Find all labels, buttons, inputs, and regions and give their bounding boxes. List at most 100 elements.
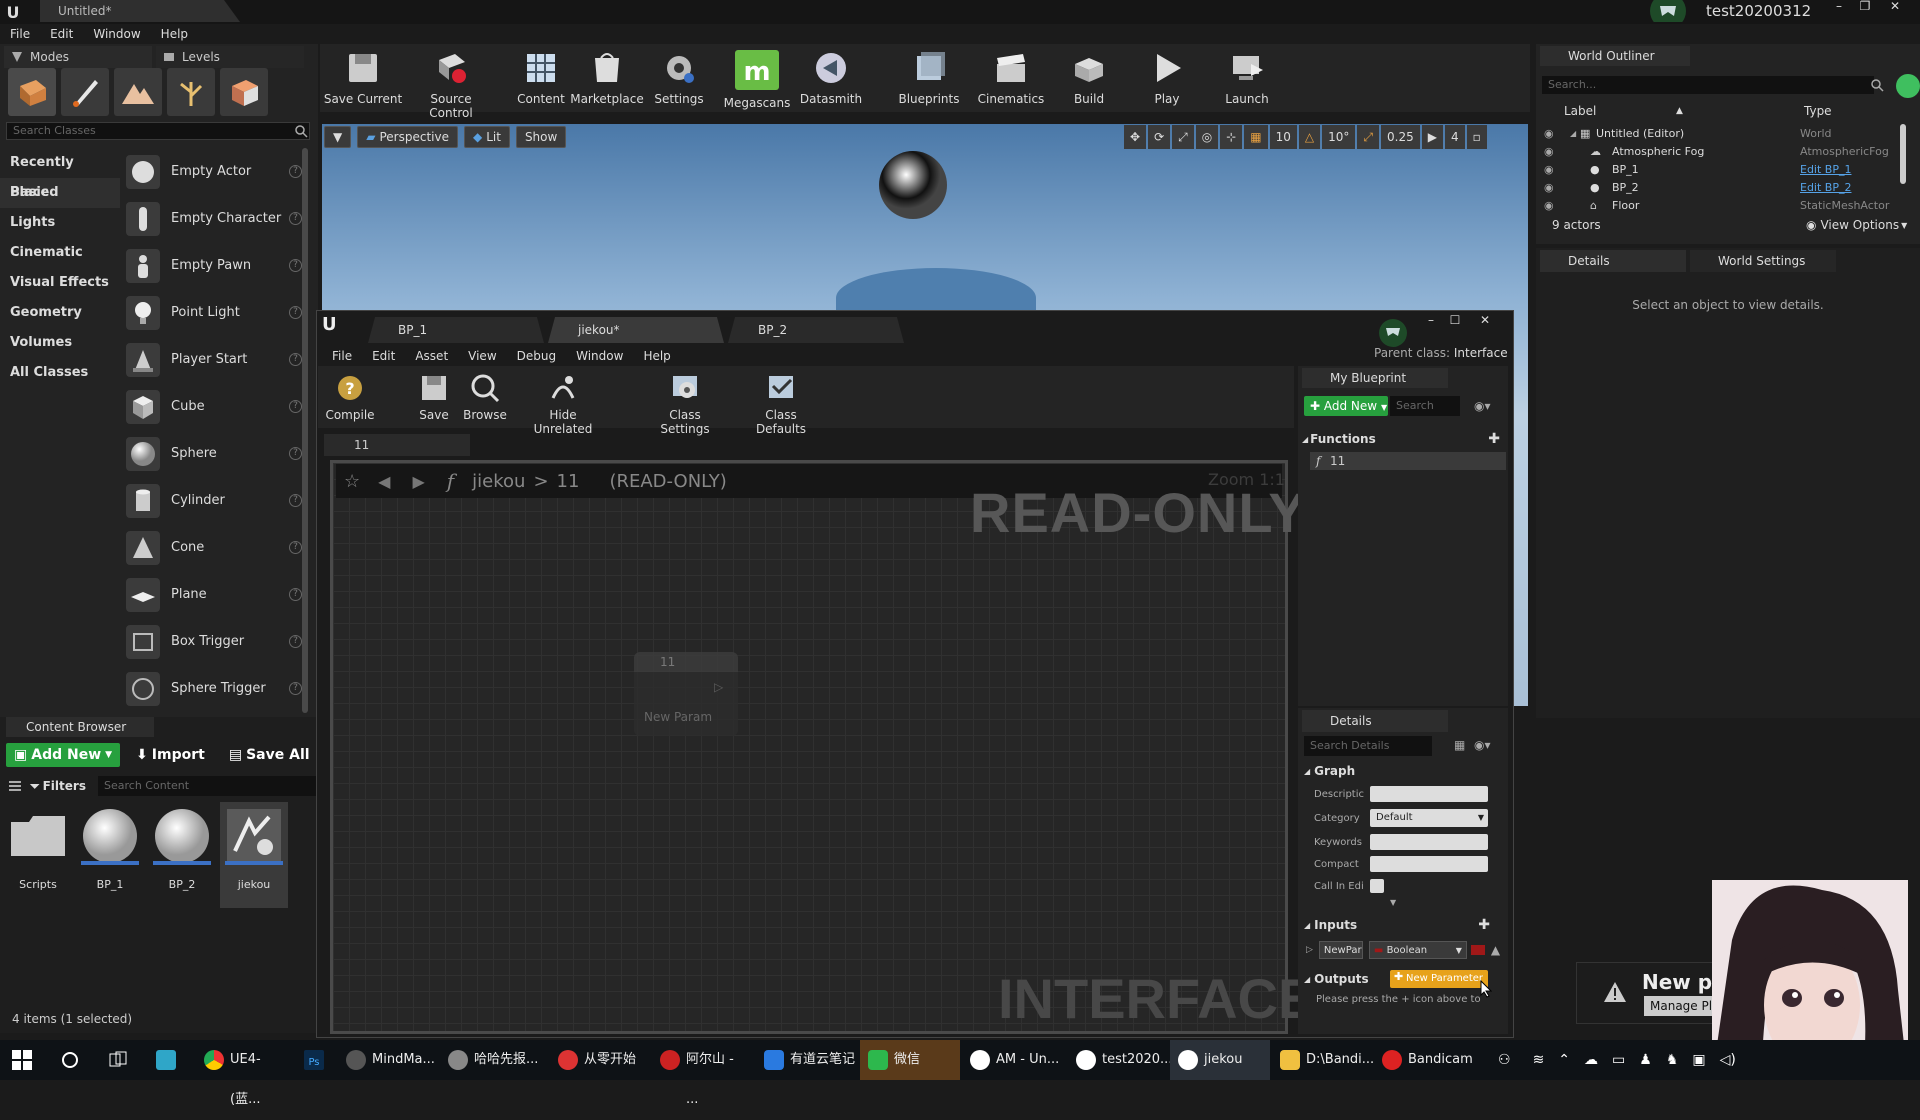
- help-icon[interactable]: ?: [289, 447, 302, 460]
- tab-modes[interactable]: Modes: [4, 46, 152, 68]
- visibility-eye-icon[interactable]: ◉: [1544, 163, 1554, 176]
- save-all-button[interactable]: ▤ Save All: [221, 743, 318, 767]
- tab-details[interactable]: Details: [1302, 710, 1448, 732]
- blueprints-button[interactable]: Blueprints: [888, 50, 970, 110]
- battery-icon[interactable]: ▭: [1612, 1052, 1625, 1068]
- lit-button[interactable]: ◆ Lit: [463, 126, 510, 148]
- help-icon[interactable]: ?: [289, 165, 302, 178]
- menu-window[interactable]: Window: [83, 24, 150, 44]
- geometry-mode-icon[interactable]: [220, 68, 268, 116]
- tab-bp-1[interactable]: BP_1: [368, 317, 544, 343]
- outliner-row[interactable]: ◉ ☁ Atmospheric Fog AtmosphericFog: [1540, 142, 1900, 160]
- move-up-icon[interactable]: ▲: [1491, 943, 1500, 957]
- scale-snap-value[interactable]: 0.25: [1381, 125, 1420, 149]
- category-select[interactable]: Default ▼: [1370, 809, 1488, 827]
- list-item[interactable]: Sphere Trigger ?: [122, 665, 302, 712]
- visibility-eye-icon[interactable]: ◉▾: [1474, 399, 1491, 413]
- help-icon[interactable]: ?: [289, 353, 302, 366]
- user-avatar-icon[interactable]: [1642, 0, 1694, 22]
- outliner-row[interactable]: ◉ ⌂ Floor StaticMeshActor: [1540, 196, 1900, 214]
- windows-start-icon[interactable]: [12, 1050, 32, 1070]
- graph-canvas[interactable]: [330, 460, 1288, 1034]
- help-icon[interactable]: ?: [289, 400, 302, 413]
- marketplace-button[interactable]: Marketplace: [566, 50, 648, 110]
- help-icon[interactable]: ?: [289, 588, 302, 601]
- outliner-search-input[interactable]: Search...: [1542, 76, 1874, 94]
- minimize-icon[interactable]: –: [1420, 314, 1442, 328]
- task-view-icon[interactable]: [108, 1050, 128, 1070]
- list-item[interactable]: Empty Pawn ?: [122, 242, 302, 289]
- tab-details-right[interactable]: Details: [1540, 250, 1686, 272]
- compact-title-field[interactable]: [1370, 856, 1488, 872]
- sources-icon[interactable]: [8, 779, 22, 793]
- taskbar-item-wechat[interactable]: 微信: [860, 1040, 960, 1080]
- maximize-viewport-icon[interactable]: ▫: [1466, 125, 1487, 149]
- scrollbar[interactable]: [1900, 124, 1906, 184]
- boolean-default-icon[interactable]: [1470, 945, 1485, 955]
- import-button[interactable]: ⬇ Import: [128, 743, 213, 767]
- show-button[interactable]: Show: [515, 126, 567, 148]
- megascans-button[interactable]: m Megascans: [716, 50, 798, 110]
- tab-world-settings[interactable]: World Settings: [1690, 250, 1836, 272]
- rotation-snap-value[interactable]: 10°: [1322, 125, 1356, 149]
- taskbar-item-mindmanager[interactable]: MindMa...: [338, 1040, 435, 1080]
- breadcrumb-leaf[interactable]: 11: [557, 471, 580, 492]
- list-item[interactable]: Cylinder ?: [122, 477, 302, 524]
- tab-world-outliner[interactable]: World Outliner: [1540, 46, 1690, 66]
- list-item[interactable]: Empty Actor ?: [122, 148, 302, 195]
- hide-unrelated-button[interactable]: Hide Unrelated: [520, 372, 606, 436]
- taskbar-item-music[interactable]: 阿尔山 - ...: [652, 1040, 748, 1107]
- list-item[interactable]: Cube ?: [122, 383, 302, 430]
- viewport-menu-button[interactable]: ▼: [324, 126, 352, 148]
- browse-button[interactable]: Browse: [462, 372, 508, 426]
- category-cinematic[interactable]: Cinematic: [0, 238, 120, 268]
- save-button[interactable]: Save: [414, 372, 454, 426]
- bp-menu-debug[interactable]: Debug: [507, 346, 566, 366]
- visibility-eye-icon[interactable]: ◉▾: [1474, 738, 1491, 752]
- bp-menu-help[interactable]: Help: [633, 346, 680, 366]
- type-column-header[interactable]: Type: [1804, 104, 1832, 118]
- perspective-button[interactable]: ▰ Perspective: [357, 126, 458, 148]
- functions-section-header[interactable]: ◢ Functions ✚: [1302, 430, 1506, 448]
- visibility-eye-icon[interactable]: ◉: [1544, 145, 1554, 158]
- display-icon[interactable]: ▣: [1692, 1052, 1705, 1068]
- breadcrumb-root[interactable]: jiekou: [472, 471, 525, 492]
- place-mode-icon[interactable]: [8, 68, 56, 116]
- function-item[interactable]: f 11: [1310, 452, 1506, 470]
- help-icon[interactable]: ?: [289, 306, 302, 319]
- taskbar-item-bandicam[interactable]: Bandicam: [1374, 1040, 1474, 1080]
- compile-button[interactable]: ? Compile: [322, 372, 378, 426]
- visibility-eye-icon[interactable]: ◉: [1544, 181, 1554, 194]
- world-local-icon[interactable]: ◎: [1195, 125, 1219, 149]
- class-settings-button[interactable]: Class Settings: [644, 372, 726, 436]
- search-content-input[interactable]: Search Content: [98, 776, 316, 796]
- taskbar-item-app[interactable]: 哈哈先报...: [440, 1040, 544, 1080]
- grid-snap-value[interactable]: 10: [1269, 125, 1297, 149]
- list-item[interactable]: Cone ?: [122, 524, 302, 571]
- search-circle-icon[interactable]: [60, 1050, 80, 1070]
- settings-button[interactable]: Settings: [638, 50, 720, 110]
- taskbar-item-explorer[interactable]: D:\Bandi...: [1272, 1040, 1374, 1080]
- help-icon[interactable]: ?: [289, 212, 302, 225]
- wifi-icon[interactable]: ≋: [1533, 1052, 1545, 1068]
- paint-mode-icon[interactable]: [61, 68, 109, 116]
- document-tab[interactable]: Untitled*: [40, 0, 240, 22]
- datasmith-button[interactable]: Datasmith: [790, 50, 872, 110]
- restore-icon[interactable]: ❐: [1854, 0, 1876, 14]
- close-icon[interactable]: ✕: [1884, 0, 1906, 14]
- taskbar-item-chrome-ue4[interactable]: UE4- (蓝...: [196, 1040, 290, 1107]
- keywords-field[interactable]: [1370, 834, 1488, 850]
- category-basic[interactable]: Basic: [0, 178, 120, 208]
- visibility-eye-icon[interactable]: ◉: [1544, 199, 1554, 212]
- grid-view-icon[interactable]: ▦: [1454, 738, 1465, 752]
- class-defaults-button[interactable]: Class Defaults: [740, 372, 822, 436]
- add-function-icon[interactable]: ✚: [1488, 431, 1500, 447]
- list-item[interactable]: Empty Character ?: [122, 195, 302, 242]
- help-icon[interactable]: ?: [289, 494, 302, 507]
- back-arrow-icon[interactable]: ◀: [378, 472, 390, 491]
- my-blueprint-search-input[interactable]: Search: [1390, 396, 1460, 416]
- call-in-editor-checkbox[interactable]: [1370, 879, 1384, 893]
- parameter-name-field[interactable]: NewPar: [1318, 941, 1363, 959]
- asset-tile[interactable]: Scripts: [4, 802, 72, 908]
- translate-icon[interactable]: ✥: [1124, 125, 1147, 149]
